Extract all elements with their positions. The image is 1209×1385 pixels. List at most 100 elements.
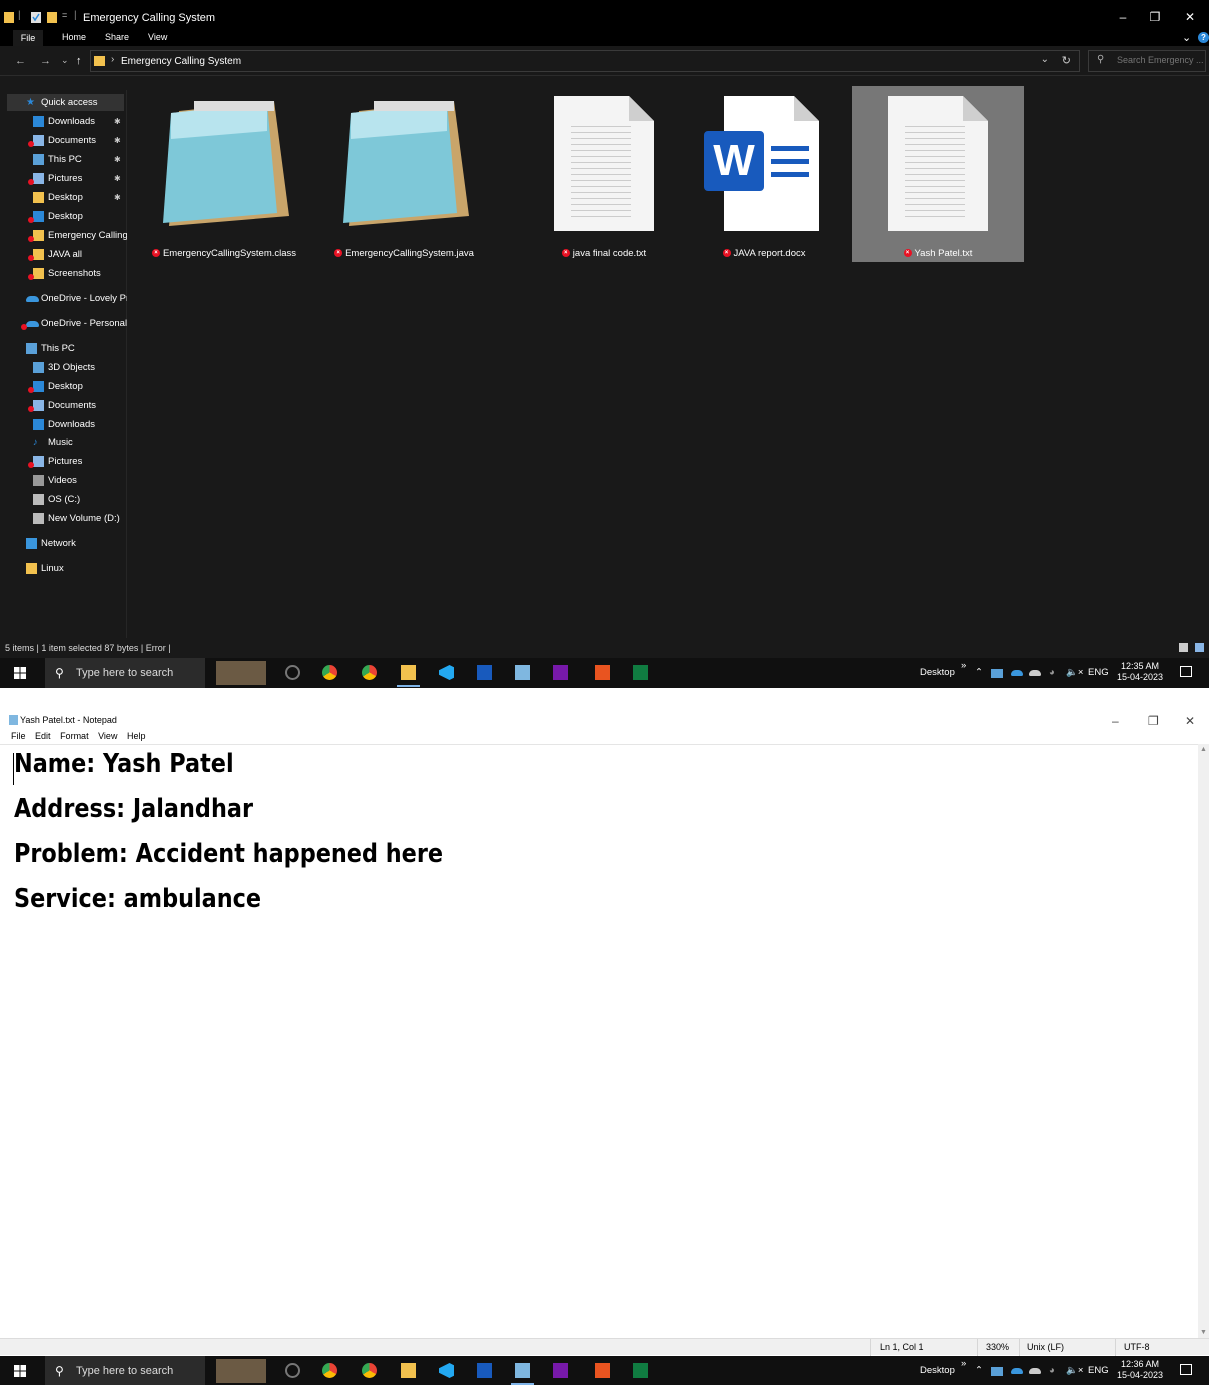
pin-icon[interactable]: ✱ (114, 189, 121, 206)
sidebar-item[interactable]: Screenshots (0, 265, 127, 282)
word-icon[interactable] (477, 665, 492, 680)
menu-format[interactable]: Format (60, 731, 89, 741)
sidebar-item[interactable]: Pictures ✱ (0, 170, 127, 187)
pin-icon[interactable]: ✱ (114, 132, 121, 149)
menu-help[interactable]: Help (127, 731, 146, 741)
file-item[interactable]: × java final code.txt (518, 86, 690, 262)
chrome-profile-icon[interactable] (362, 1363, 377, 1378)
windows-start-icon[interactable] (14, 667, 26, 679)
file-item[interactable]: × Yash Patel.txt (852, 86, 1024, 262)
customize-quick-access-icon[interactable]: = (62, 10, 67, 20)
file-explorer-icon[interactable] (397, 665, 420, 687)
sidebar-item[interactable]: JAVA all (0, 246, 127, 263)
tab-view[interactable]: View (148, 32, 167, 42)
sidebar-item[interactable]: Documents (0, 397, 127, 414)
volume-muted-icon[interactable]: 🔈× (1066, 1365, 1083, 1376)
sidebar-item[interactable]: New Volume (D:) (0, 510, 127, 527)
tab-home[interactable]: Home (62, 32, 86, 42)
excel-icon[interactable] (633, 665, 648, 680)
sidebar-item[interactable]: Documents ✱ (0, 132, 127, 149)
pin-icon[interactable]: ✱ (114, 170, 121, 187)
onedrive-icon[interactable] (1011, 670, 1023, 676)
back-arrow-icon[interactable]: ← (15, 55, 26, 67)
new-folder-icon[interactable] (47, 11, 57, 23)
sidebar-item[interactable]: ★ Quick access (7, 94, 124, 111)
sidebar-item[interactable]: ♪ Music (0, 434, 127, 451)
minimize-icon[interactable]: – (1112, 714, 1119, 728)
chrome-profile-icon[interactable] (362, 665, 377, 680)
chrome-icon[interactable] (322, 665, 337, 680)
onenote-icon[interactable] (553, 1363, 568, 1378)
sidebar-item[interactable]: Desktop ✱ (0, 189, 127, 206)
breadcrumb[interactable]: Emergency Calling System (121, 56, 241, 67)
notifications-icon[interactable] (1180, 1364, 1192, 1375)
file-item[interactable]: W × JAVA report.docx (678, 86, 850, 262)
tab-share[interactable]: Share (105, 32, 129, 42)
taskbar-clock[interactable]: 12:35 AM 15-04-2023 (1117, 661, 1163, 683)
language-indicator[interactable]: ENG (1088, 667, 1109, 678)
tab-file[interactable]: File (13, 30, 43, 46)
sidebar-item[interactable]: Videos (0, 472, 127, 489)
notifications-icon[interactable] (1180, 666, 1192, 677)
volume-muted-icon[interactable]: 🔈× (1066, 667, 1083, 678)
ubuntu-icon[interactable] (595, 1363, 610, 1378)
toolbar-overflow-icon[interactable]: » (961, 1358, 966, 1369)
taskbar-clock[interactable]: 12:36 AM 15-04-2023 (1117, 1359, 1163, 1381)
restore-icon[interactable]: ❐ (1145, 10, 1165, 24)
scroll-down-icon[interactable]: ▼ (1200, 1329, 1207, 1336)
file-explorer-icon[interactable] (401, 1363, 416, 1378)
large-icons-view-icon[interactable] (1195, 643, 1204, 652)
ubuntu-icon[interactable] (595, 665, 610, 680)
notepad-icon[interactable] (511, 1363, 534, 1385)
word-icon[interactable] (477, 1363, 492, 1378)
sidebar-item[interactable]: 3D Objects (0, 359, 127, 376)
file-item[interactable]: × EmergencyCallingSystem.java (318, 86, 490, 262)
address-field[interactable]: › Emergency Calling System ⌄ ↻ (90, 50, 1080, 72)
toolbar-overflow-icon[interactable]: » (961, 660, 966, 671)
sidebar-item[interactable]: OneDrive - Personal (0, 315, 127, 332)
menu-view[interactable]: View (98, 731, 117, 741)
sidebar-item[interactable]: This PC ✱ (0, 151, 127, 168)
cortana-icon[interactable] (285, 1363, 300, 1378)
tray-app-icon[interactable] (991, 1367, 1003, 1376)
sidebar-item[interactable]: Desktop (0, 208, 127, 225)
sidebar-item[interactable]: OS (C:) (0, 491, 127, 508)
sidebar-item[interactable]: Downloads (0, 416, 127, 433)
expand-ribbon-icon[interactable]: ⌄ (1182, 31, 1191, 44)
cortana-icon[interactable] (285, 665, 300, 680)
show-hidden-icons-icon[interactable]: ⌃ (975, 667, 983, 678)
excel-icon[interactable] (633, 1363, 648, 1378)
show-hidden-icons-icon[interactable]: ⌃ (975, 1365, 983, 1376)
onenote-icon[interactable] (553, 665, 568, 680)
vscode-icon[interactable] (439, 1363, 454, 1378)
breadcrumb-chevron-icon[interactable]: › (111, 54, 114, 65)
sidebar-item[interactable]: Downloads ✱ (0, 113, 127, 130)
restore-icon[interactable]: ❐ (1148, 714, 1159, 728)
windows-start-icon[interactable] (14, 1365, 26, 1377)
scroll-up-icon[interactable]: ▲ (1200, 746, 1207, 753)
sidebar-item[interactable]: Emergency Calling (0, 227, 127, 244)
refresh-icon[interactable]: ↻ (1062, 54, 1071, 67)
pin-icon[interactable]: ✱ (114, 113, 121, 130)
desktop-toolbar-label[interactable]: Desktop (920, 1365, 955, 1376)
taskbar-search[interactable]: ⚲ Type here to search (45, 1356, 205, 1385)
vscode-icon[interactable] (439, 665, 454, 680)
onedrive-personal-icon[interactable] (1029, 670, 1041, 676)
menu-file[interactable]: File (11, 731, 26, 741)
search-input[interactable] (1117, 55, 1203, 65)
file-item[interactable]: × EmergencyCallingSystem.class (138, 86, 310, 262)
text-editor[interactable]: Name: Yash Patel Address: Jalandhar Prob… (0, 744, 1198, 1338)
onedrive-icon[interactable] (1011, 1368, 1023, 1374)
properties-icon[interactable] (31, 11, 41, 23)
news-widget-icon[interactable] (216, 1359, 266, 1383)
onedrive-personal-icon[interactable] (1029, 1368, 1041, 1374)
details-view-icon[interactable] (1179, 643, 1188, 652)
wifi-icon[interactable]: ◕ (1049, 1365, 1055, 1376)
sidebar-item[interactable]: Desktop (0, 378, 127, 395)
chrome-icon[interactable] (322, 1363, 337, 1378)
sidebar-item[interactable]: This PC (0, 340, 127, 357)
help-icon[interactable]: ? (1198, 32, 1209, 43)
address-dropdown-icon[interactable]: ⌄ (1041, 54, 1049, 65)
sidebar-item[interactable]: OneDrive - Lovely Pr (0, 290, 127, 307)
taskbar-search[interactable]: ⚲ Type here to search (45, 658, 205, 688)
